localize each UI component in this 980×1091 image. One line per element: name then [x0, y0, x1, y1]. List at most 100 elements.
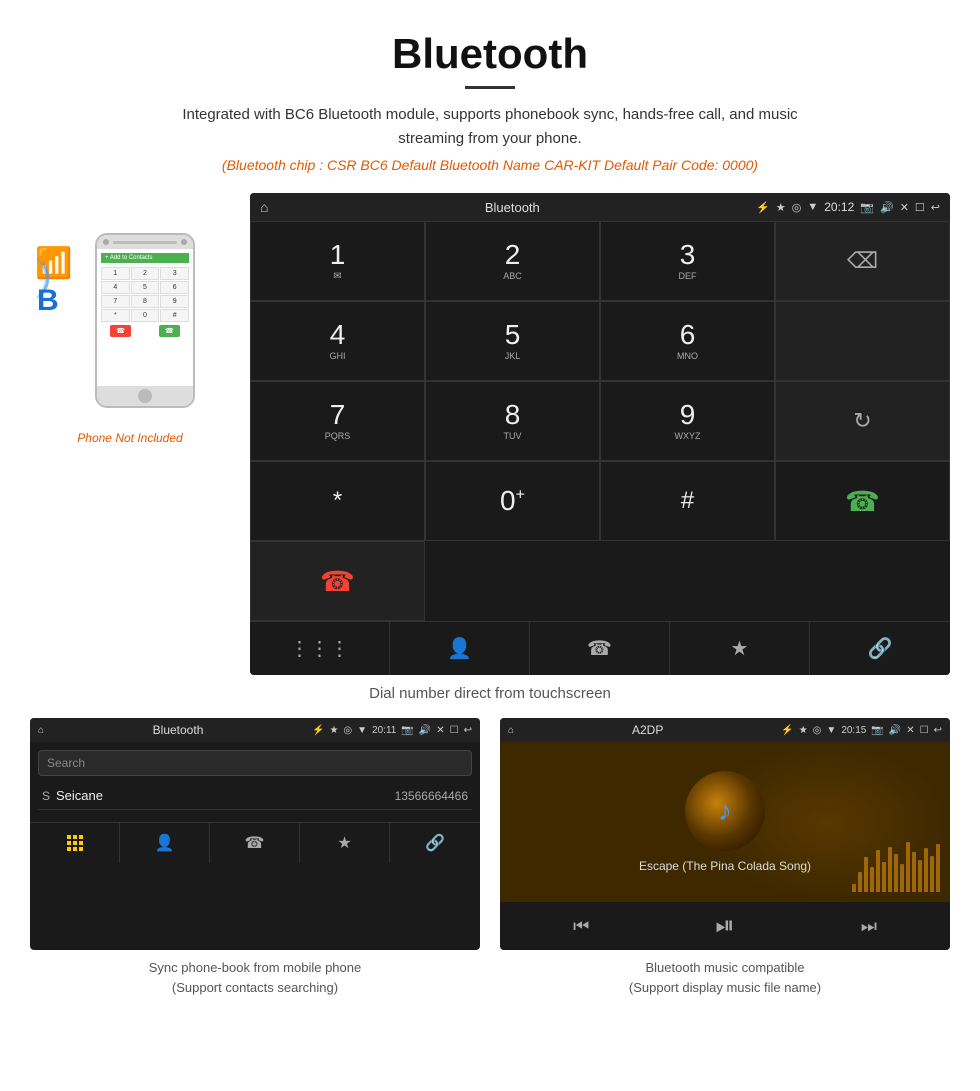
location-icon: ◎ [792, 201, 802, 214]
phonebook-search-field[interactable]: Search [38, 750, 472, 776]
music-status-bar: ⌂ A2DP ⚡ ★ ◎ ▼ 20:15 📷 🔊 ✕ ☐ ↩ [500, 718, 950, 742]
eq-bar-5 [876, 850, 880, 892]
phone-camera [103, 239, 109, 245]
phonebook-contact-row[interactable]: S Seicane 13566664466 [38, 782, 472, 810]
dial-key-8[interactable]: 8 TUV [425, 381, 600, 461]
phone-key-7: 7 [101, 295, 130, 308]
eq-bar-1 [852, 884, 856, 892]
wifi-icon: ▼ [807, 201, 818, 213]
dial-screen-title: Bluetooth [274, 200, 750, 215]
dial-key-1[interactable]: 1 ✉ [250, 221, 425, 301]
dial-key-7[interactable]: 7 PQRS [250, 381, 425, 461]
camera-icon: 📷 [860, 201, 874, 214]
phone-speaker [113, 241, 177, 244]
phone-camera-2 [181, 239, 187, 245]
dialpad-bottom-bar: ⋮⋮⋮ 👤 ☎ ★ 🔗 [250, 621, 950, 675]
volume-icon: 🔊 [880, 201, 894, 214]
header-specs: (Bluetooth chip : CSR BC6 Default Blueto… [40, 157, 940, 173]
dial-key-hash[interactable]: # [600, 461, 775, 541]
dial-key-3[interactable]: 3 DEF [600, 221, 775, 301]
dial-status-bar: ⌂ Bluetooth ⚡ ★ ◎ ▼ 20:12 📷 🔊 ✕ ☐ ↩ [250, 193, 950, 221]
status-icons: ★ ◎ ▼ 20:12 📷 🔊 ✕ ☐ ↩ [776, 200, 940, 214]
contact-initial: S [42, 789, 50, 803]
close-icon: ✕ [900, 201, 909, 214]
phone-key-1: 1 [101, 267, 130, 280]
dial-key-6[interactable]: 6 MNO [600, 301, 775, 381]
window-icon: ☐ [915, 201, 925, 214]
dial-row2-empty [775, 301, 950, 381]
music-play-button[interactable]: ⏯ [715, 912, 734, 940]
pb-home-icon: ⌂ [38, 725, 44, 736]
pb-cam-icon: 📷 [401, 725, 413, 736]
dialpad-tab-bluetooth[interactable]: ★ [670, 622, 810, 675]
page-title: Bluetooth [40, 30, 940, 78]
dial-refresh-cell[interactable]: ↻ [775, 381, 950, 461]
home-icon: ⌂ [260, 199, 268, 215]
music-usb-icon: ⚡ [781, 725, 793, 736]
eq-bar-13 [924, 848, 928, 892]
phone-key-hash: # [160, 309, 189, 322]
eq-bar-4 [870, 867, 874, 892]
phonebook-caption: Sync phone-book from mobile phone(Suppor… [30, 950, 480, 997]
dial-key-2[interactable]: 2 ABC [425, 221, 600, 301]
pb-tab-bluetooth[interactable]: ★ [300, 823, 390, 863]
music-bt-icon: ★ [799, 725, 808, 736]
dial-key-4[interactable]: 4 GHI [250, 301, 425, 381]
pb-title: Bluetooth [49, 723, 307, 737]
eq-bar-10 [906, 842, 910, 892]
main-section: 📶 B + Add to Contacts [0, 183, 980, 675]
eq-bar-14 [930, 856, 934, 892]
eq-bar-8 [894, 854, 898, 892]
dial-key-9[interactable]: 9 WXYZ [600, 381, 775, 461]
phone-key-8: 8 [131, 295, 160, 308]
music-prev-button[interactable]: ⏮ [573, 916, 589, 937]
dialpad-tab-keypad[interactable]: ⋮⋮⋮ [250, 622, 390, 675]
music-controls-bar: ⏮ ⏯ ⏭ [500, 902, 950, 950]
eq-bar-7 [888, 847, 892, 892]
pb-time: 20:11 [372, 725, 396, 736]
phone-key-6: 6 [160, 281, 189, 294]
equalizer-bars [852, 842, 940, 892]
dial-input-display: ⌫ [775, 221, 950, 301]
phone-body: + Add to Contacts 1 2 3 4 5 6 7 8 9 * 0 … [95, 233, 195, 408]
music-time: 20:15 [841, 725, 866, 736]
music-screen: ⌂ A2DP ⚡ ★ ◎ ▼ 20:15 📷 🔊 ✕ ☐ ↩ [500, 718, 950, 950]
pb-back-icon: ↩ [464, 725, 472, 736]
svg-text:B: B [37, 284, 59, 317]
dial-call-end[interactable]: ☎ [250, 541, 425, 621]
phone-screen: + Add to Contacts 1 2 3 4 5 6 7 8 9 * 0 … [97, 249, 193, 386]
music-song-title: Escape (The Pina Colada Song) [639, 859, 811, 873]
title-divider [465, 86, 515, 89]
dial-key-0[interactable]: 0+ [425, 461, 600, 541]
music-app-title: A2DP [519, 723, 776, 737]
pb-close-icon: ✕ [436, 725, 444, 736]
dialpad-tab-contacts[interactable]: 👤 [390, 622, 530, 675]
pb-tab-keypad[interactable] [30, 823, 120, 863]
eq-bar-11 [912, 852, 916, 892]
pb-wifi-icon: ▼ [357, 725, 367, 736]
eq-bar-6 [882, 862, 886, 892]
bt-symbol-icon: B [37, 278, 65, 325]
eq-bar-9 [900, 864, 904, 892]
music-card: ⌂ A2DP ⚡ ★ ◎ ▼ 20:15 📷 🔊 ✕ ☐ ↩ [500, 718, 950, 997]
music-loc-icon: ◎ [813, 725, 822, 736]
eq-bar-12 [918, 860, 922, 892]
music-caption: Bluetooth music compatible(Support displ… [500, 950, 950, 997]
dial-call-accept[interactable]: ☎ [775, 461, 950, 541]
eq-bar-2 [858, 872, 862, 892]
header-description: Integrated with BC6 Bluetooth module, su… [150, 103, 830, 151]
dialpad-tab-phone[interactable]: ☎ [530, 622, 670, 675]
pb-tab-link[interactable]: 🔗 [390, 823, 480, 863]
eq-bar-3 [864, 857, 868, 892]
dial-key-5[interactable]: 5 JKL [425, 301, 600, 381]
dialpad-tab-more[interactable]: 🔗 [810, 622, 950, 675]
pb-tab-phone[interactable]: ☎ [210, 823, 300, 863]
music-vol-icon: 🔊 [889, 725, 901, 736]
page-header: Bluetooth Integrated with BC6 Bluetooth … [0, 0, 980, 183]
dial-key-star[interactable]: * [250, 461, 425, 541]
phone-illustration-area: 📶 B + Add to Contacts [30, 193, 230, 445]
music-album-art: ♪ [685, 771, 765, 851]
music-next-button[interactable]: ⏭ [861, 916, 877, 937]
pb-tab-contacts[interactable]: 👤 [120, 823, 210, 863]
phone-top-bar [97, 235, 193, 249]
